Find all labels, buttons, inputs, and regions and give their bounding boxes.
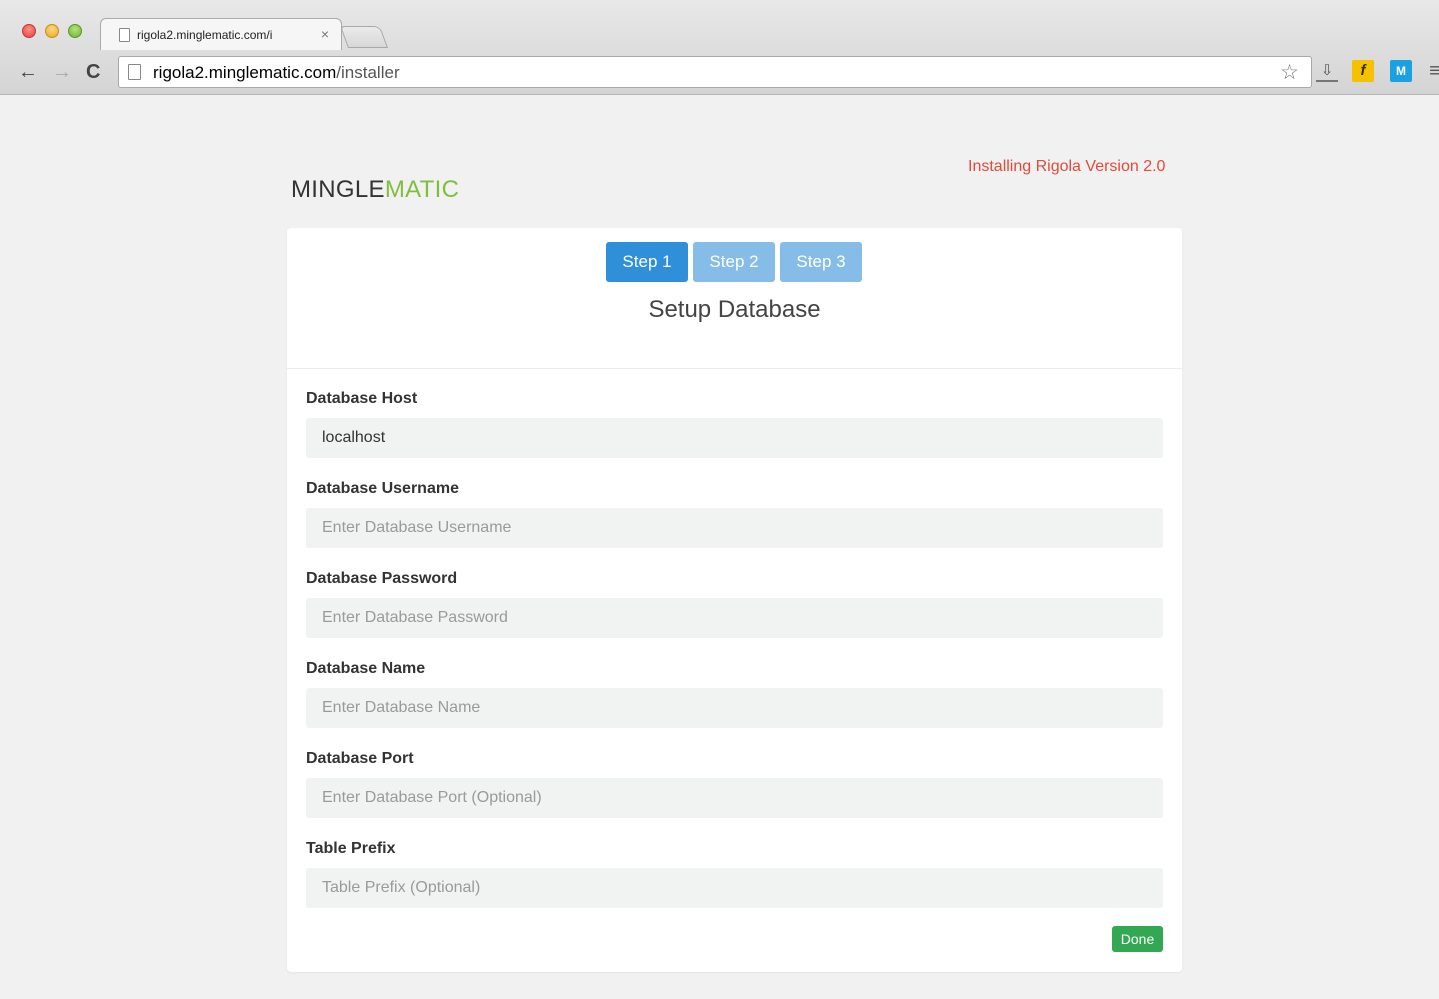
zoom-window-button[interactable] [68, 24, 82, 38]
m-extension-icon[interactable]: M [1390, 60, 1412, 82]
database-name-label: Database Name [306, 660, 426, 677]
database-port-input[interactable] [306, 778, 1163, 818]
database-username-input[interactable] [306, 508, 1163, 548]
reload-button[interactable]: C [86, 58, 100, 86]
page-icon [119, 28, 130, 42]
download-extension-icon[interactable]: ⇩ [1316, 60, 1338, 82]
table-prefix-label: Table Prefix [306, 840, 396, 857]
logo-part-1: MINGLE [291, 176, 385, 203]
close-tab-icon[interactable]: × [321, 26, 329, 42]
step-2-button[interactable]: Step 2 [693, 242, 775, 282]
back-button[interactable]: ← [18, 58, 38, 86]
new-tab-button[interactable] [339, 26, 389, 48]
version-text: Installing Rigola Version 2.0 [968, 158, 1166, 175]
logo-part-2: MATIC [384, 176, 460, 203]
database-password-input[interactable] [306, 598, 1163, 638]
table-prefix-input[interactable] [306, 868, 1163, 908]
tab-title: rigola2.minglematic.com/i [137, 28, 273, 42]
forward-button[interactable]: → [52, 58, 72, 86]
database-host-input[interactable] [306, 418, 1163, 458]
bookmark-star-icon[interactable]: ☆ [1280, 60, 1299, 85]
minimize-window-button[interactable] [45, 24, 59, 38]
url-path: /installer [336, 63, 400, 82]
database-name-input[interactable] [306, 688, 1163, 728]
page-icon [128, 64, 141, 80]
address-bar[interactable]: rigola2.minglematic.com/installer ☆ [118, 56, 1312, 88]
browser-tab[interactable]: rigola2.minglematic.com/i × [100, 18, 342, 50]
step-1-button[interactable]: Step 1 [606, 242, 688, 282]
done-button[interactable]: Done [1112, 926, 1163, 952]
menu-icon[interactable]: ≡ [1424, 60, 1439, 82]
url-host: rigola2.minglematic.com [153, 63, 337, 82]
form-title: Setup Database [648, 296, 821, 323]
divider [287, 368, 1182, 369]
close-window-button[interactable] [22, 24, 36, 38]
minglematic-logo: MINGLEMATIC [291, 176, 459, 204]
database-username-label: Database Username [306, 480, 459, 497]
step-3-button[interactable]: Step 3 [780, 242, 862, 282]
browser-chrome: rigola2.minglematic.com/i × ← → C rigola… [0, 0, 1439, 95]
database-password-label: Database Password [306, 570, 458, 587]
installer-card: Step 1 Step 2 Step 3 Setup Database Data… [287, 228, 1182, 972]
database-host-label: Database Host [306, 390, 418, 407]
page-content: MINGLEMATIC Installing Rigola Version 2.… [0, 96, 1439, 999]
database-port-label: Database Port [306, 750, 414, 767]
url-text: rigola2.minglematic.com/installer [153, 63, 400, 83]
f-extension-icon[interactable]: f [1352, 60, 1374, 82]
